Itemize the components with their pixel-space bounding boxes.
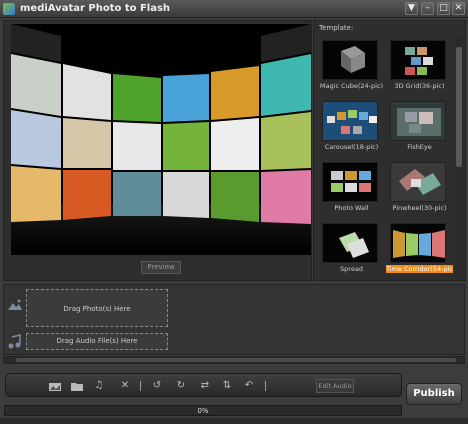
title-bar: mediAvatar Photo to Flash ▼ – □ ✕ — [0, 0, 468, 18]
rotate-left-icon[interactable]: ↺ — [150, 379, 164, 393]
progress-text: 0% — [197, 407, 209, 415]
preview-stage[interactable] — [11, 24, 311, 255]
template-thumbnail — [390, 162, 446, 202]
progress-bar: 0% — [4, 405, 402, 416]
template-label-text: Magic Cube(24-pic) — [319, 82, 384, 90]
publish-button[interactable]: Publish — [406, 383, 462, 405]
status-bar — [0, 418, 468, 424]
music-note-icon — [6, 333, 24, 351]
template-time-corridor[interactable]: Time Corridor(54-pic) — [386, 220, 453, 278]
template-label-text: 3D Grid(36-pic) — [394, 82, 445, 90]
timeline-scrollbar[interactable] — [3, 356, 465, 364]
template-pane: Template: Magic Cube(24-pic) 3D Grid(36-… — [313, 20, 466, 281]
close-button[interactable]: ✕ — [452, 2, 465, 15]
template-label-text: Spread — [340, 265, 363, 273]
toolbar-separator — [265, 381, 266, 391]
edit-audio-button[interactable]: Edit Audio — [316, 379, 354, 393]
add-photo-icon[interactable] — [48, 379, 62, 393]
template-grid: Magic Cube(24-pic) 3D Grid(36-pic) Carou… — [318, 37, 453, 279]
template-label-text: Carousel(18-pic) — [324, 143, 379, 151]
template-label: Template: — [319, 24, 354, 32]
template-3d-grid[interactable]: 3D Grid(36-pic) — [386, 37, 453, 95]
template-photo-wall[interactable]: Photo Wall — [318, 159, 385, 217]
template-thumbnail — [322, 162, 378, 202]
rotate-right-icon[interactable]: ↻ — [174, 379, 188, 393]
template-fisheye[interactable]: FishEye — [386, 98, 453, 156]
template-pinwheel[interactable]: Pinwheel(30-pic) — [386, 159, 453, 217]
time-corridor-preview-image — [11, 24, 311, 255]
template-spread[interactable]: Spread — [318, 220, 385, 278]
add-folder-icon[interactable] — [70, 379, 84, 393]
menu-dropdown-button[interactable]: ▼ — [405, 2, 418, 15]
preview-button[interactable]: Preview — [141, 261, 181, 274]
undo-icon[interactable]: ↶ — [242, 379, 256, 393]
add-audio-icon[interactable]: ♫ — [92, 379, 106, 393]
preview-pane: Preview — [3, 20, 312, 281]
minimize-button[interactable]: – — [421, 2, 434, 15]
timeline-scrollbar-thumb[interactable] — [16, 358, 456, 362]
template-thumbnail — [322, 223, 378, 263]
app-icon — [3, 3, 15, 15]
template-magic-cube[interactable]: Magic Cube(24-pic) — [318, 37, 385, 95]
window-title: mediAvatar Photo to Flash — [20, 3, 171, 14]
template-label-text: Pinwheel(30-pic) — [392, 204, 447, 212]
delete-icon[interactable]: ✕ — [118, 379, 132, 393]
template-scrollbar-thumb[interactable] — [456, 47, 462, 167]
photo-drop-zone[interactable]: Drag Photo(s) Here — [26, 289, 168, 327]
template-thumbnail — [390, 101, 446, 141]
template-label-text: Time Corridor(54-pic) — [386, 265, 453, 273]
audio-drop-zone[interactable]: Drag Audio File(s) Here — [26, 333, 168, 350]
template-label-text: Photo Wall — [334, 204, 369, 212]
app-window: mediAvatar Photo to Flash ▼ – □ ✕ Previe… — [0, 0, 468, 424]
template-thumbnail — [322, 101, 378, 141]
toolbar-separator — [140, 381, 141, 391]
flip-vertical-icon[interactable]: ⇅ — [220, 379, 234, 393]
timeline-panel: Drag Photo(s) Here Drag Audio File(s) He… — [3, 284, 465, 355]
flip-horizontal-icon[interactable]: ⇄ — [198, 379, 212, 393]
photo-track-icon — [6, 297, 24, 315]
template-label-text: FishEye — [407, 143, 432, 151]
template-carousel[interactable]: Carousel(18-pic) — [318, 98, 385, 156]
template-thumbnail — [390, 40, 446, 80]
edit-toolbar: ♫ ✕ ↺ ↻ ⇄ ⇅ ↶ Edit Audio — [5, 373, 402, 397]
template-thumbnail — [322, 40, 378, 80]
template-thumbnail — [390, 223, 446, 263]
template-scrollbar[interactable] — [455, 37, 463, 279]
maximize-button[interactable]: □ — [437, 2, 450, 15]
